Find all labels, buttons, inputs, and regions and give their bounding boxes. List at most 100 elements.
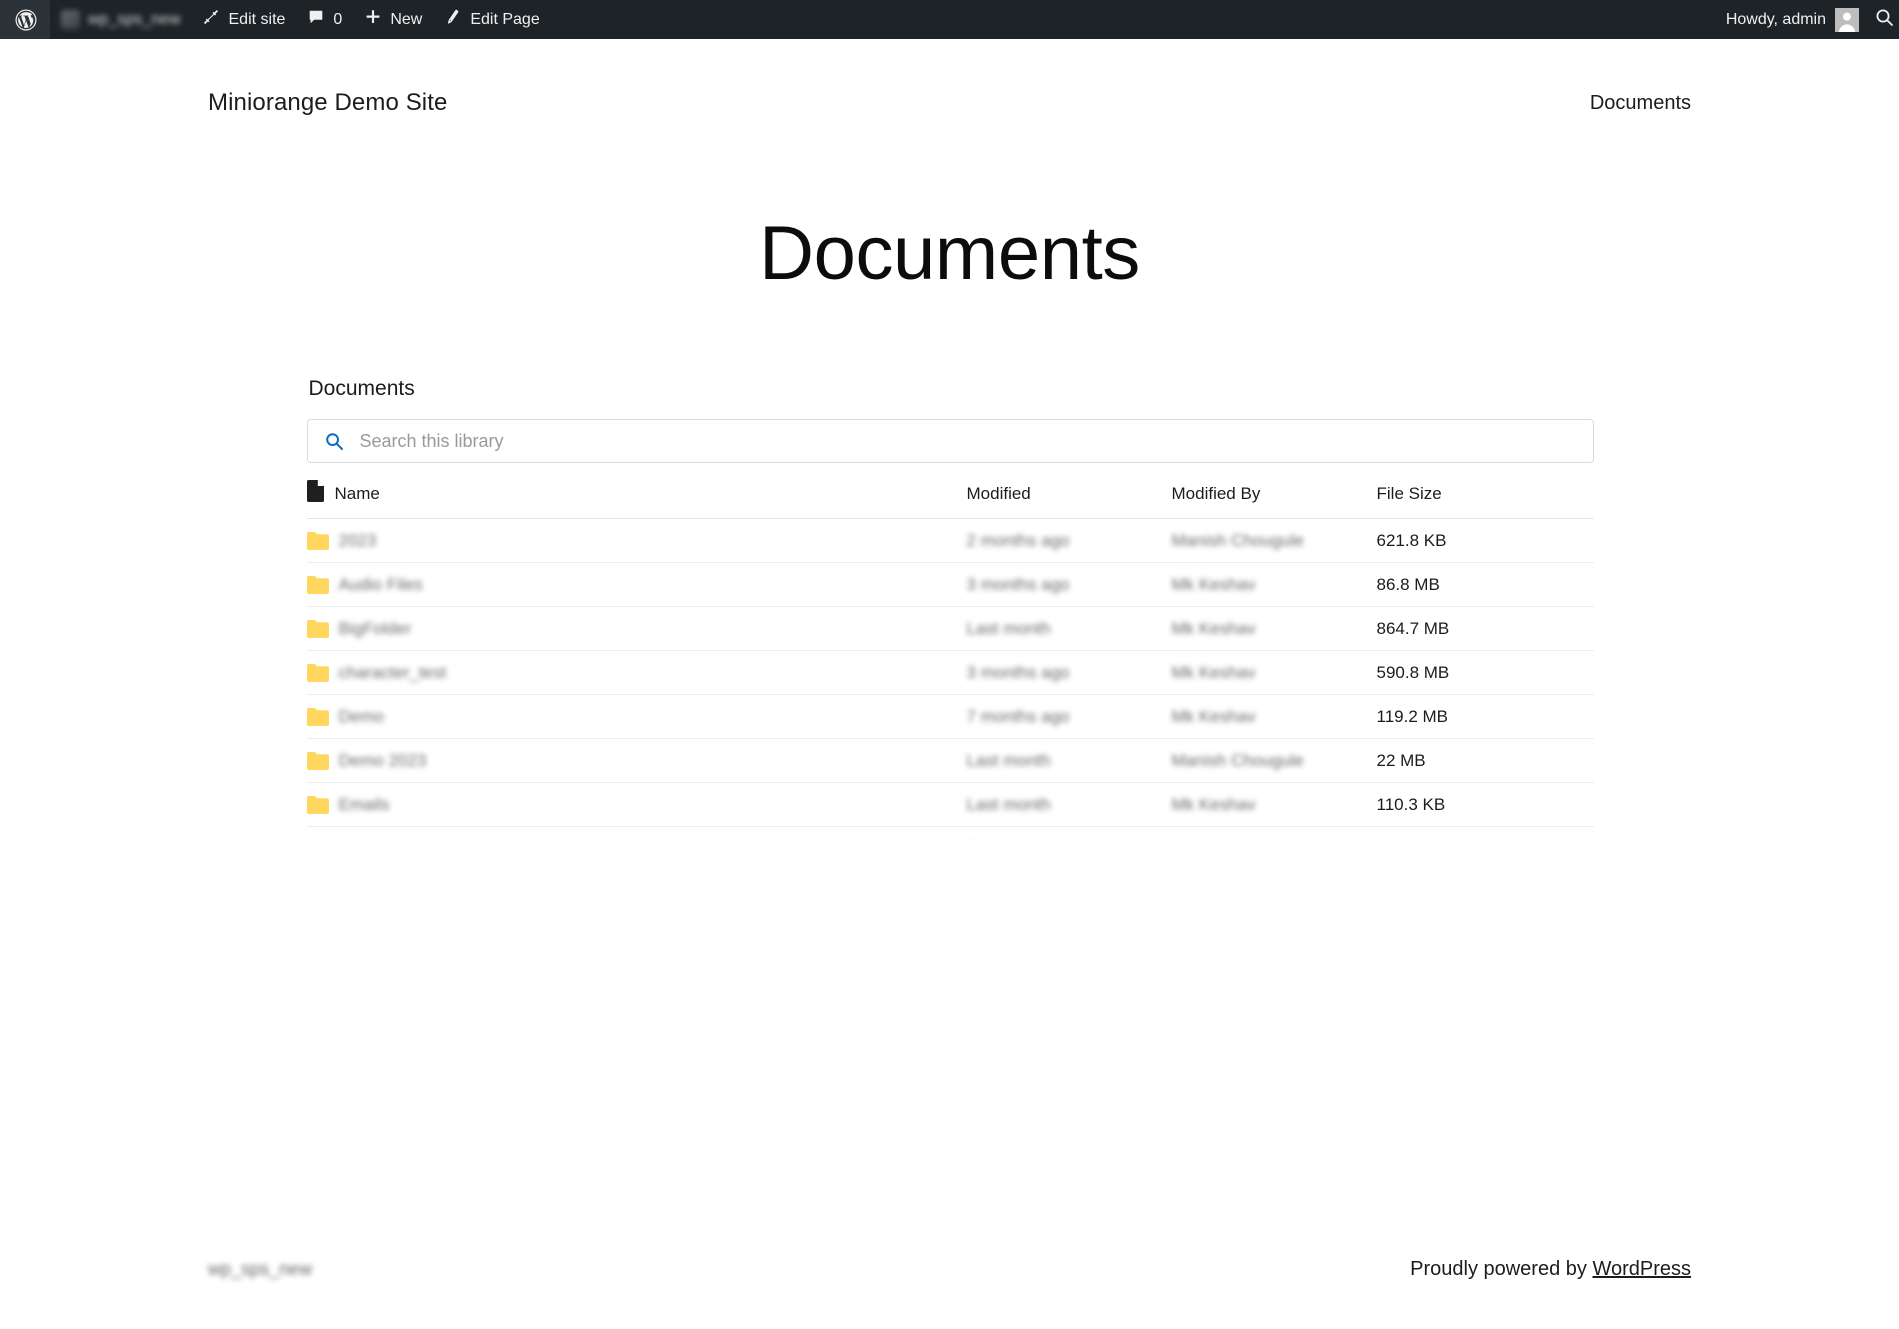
footer-credit: Proudly powered by WordPress: [1410, 1258, 1691, 1281]
wordpress-logo-button[interactable]: [0, 0, 50, 39]
admin-bar-edit-page-label: Edit Page: [470, 10, 540, 28]
pencil-icon: [444, 8, 462, 31]
table-row[interactable]: Demo 7 months ago Mk Keshav 119.2 MB: [306, 695, 1594, 739]
column-header-modified[interactable]: Modified: [967, 484, 1172, 504]
cell-modified-by: Mk Keshav: [1171, 574, 1256, 594]
site-title[interactable]: Miniorange Demo Site: [208, 89, 447, 117]
wordpress-link[interactable]: WordPress: [1592, 1258, 1691, 1280]
table-row[interactable]: Demo 2023 Last month Manish Chougule 22 MB: [306, 739, 1594, 783]
comment-bubble-icon: [307, 8, 325, 31]
cell-modified: 2 weeks ago: [967, 839, 1172, 840]
cell-name[interactable]: character_test: [306, 662, 967, 683]
cell-name[interactable]: Demo 2023: [306, 750, 967, 771]
cell-modified-by: Mk Keshav: [1172, 839, 1377, 840]
wordpress-logo-icon: [14, 8, 38, 32]
cell-name-label: 2023: [338, 530, 377, 550]
cell-modified: Last month: [966, 794, 1051, 814]
admin-bar-edit-site[interactable]: Edit site: [192, 0, 297, 39]
cell-modified: 3 months ago: [966, 662, 1070, 682]
library-search-bar[interactable]: [306, 419, 1594, 463]
cell-name[interactable]: Audio Files: [306, 574, 967, 595]
admin-bar-edit-site-label: Edit site: [228, 10, 286, 28]
admin-bar-right-group: Howdy, admin: [1712, 0, 1899, 39]
cell-modified-by: Manish Chougule: [1171, 530, 1304, 550]
cell-name-label: Audio Files: [338, 574, 423, 594]
cell-modified: Last month: [966, 750, 1051, 770]
user-avatar-icon: [1835, 7, 1859, 32]
admin-bar-new-label: New: [390, 10, 423, 28]
admin-bar-site-name-label: wp_sps_new: [88, 10, 181, 28]
cell-modified-by: Manish Chougule: [1171, 750, 1304, 770]
admin-bar-search-button[interactable]: [1869, 0, 1899, 39]
footer-credit-prefix: Proudly powered by: [1410, 1257, 1593, 1280]
cell-modified: 3 months ago: [966, 574, 1070, 594]
cell-name[interactable]: Demo: [306, 706, 967, 727]
admin-bar-howdy-label: Howdy, admin: [1725, 10, 1826, 28]
cell-modified: 2 months ago: [966, 530, 1070, 550]
cell-modified-by: Mk Keshav: [1171, 662, 1256, 682]
cell-modified: Last month: [966, 618, 1051, 638]
cell-name-label: Demo 2023: [338, 750, 427, 770]
cell-name-label: character_test: [338, 662, 447, 682]
cell-file-size: 22 MB: [1376, 750, 1426, 770]
cell-modified: 7 months ago: [966, 706, 1070, 726]
admin-bar-edit-page[interactable]: Edit Page: [433, 0, 550, 39]
table-row[interactable]: 2023 2 months ago Manish Chougule 621.8 KB: [306, 519, 1594, 563]
cell-name[interactable]: order: [307, 839, 967, 840]
document-library: Documents Name Modified Modified By: [306, 377, 1594, 839]
table-row[interactable]: BigFolder Last month Mk Keshav 864.7 MB: [306, 607, 1594, 651]
cell-file-size: 110.3 KB: [1376, 794, 1446, 814]
folder-icon: [306, 531, 329, 550]
cell-file-size: 590.8 MB: [1376, 662, 1450, 682]
cell-file-size: 864.7 MB: [1376, 618, 1450, 638]
library-heading: Documents: [308, 377, 415, 400]
column-header-modified-by[interactable]: Modified By: [1172, 484, 1377, 504]
cell-modified-by: Mk Keshav: [1171, 794, 1256, 814]
nav-link-documents[interactable]: Documents: [1590, 92, 1691, 115]
cell-name[interactable]: Emails: [306, 794, 967, 815]
search-icon: [1874, 7, 1894, 32]
admin-bar-new[interactable]: New: [353, 0, 433, 39]
cell-modified-by: Mk Keshav: [1171, 706, 1256, 726]
cell-file-size: 621.8 KB: [1376, 530, 1447, 550]
page-title: Documents: [759, 211, 1140, 296]
table-row[interactable]: Emails Last month Mk Keshav 110.3 KB: [306, 783, 1594, 827]
admin-bar-site-name[interactable]: wp_sps_new: [50, 0, 192, 39]
cell-name[interactable]: BigFolder: [306, 618, 967, 639]
folder-icon: [306, 707, 329, 726]
site-footer: wp_sps_new Proudly powered by WordPress: [0, 1209, 1899, 1329]
folder-icon: [306, 619, 329, 638]
column-header-file-size[interactable]: File Size: [1377, 484, 1577, 504]
cell-name-label: Demo: [338, 706, 384, 726]
table-row[interactable]: Audio Files 3 months ago Mk Keshav 86.8 MB: [306, 563, 1594, 607]
plus-icon: [364, 8, 382, 31]
hammer-icon: [203, 8, 221, 31]
column-header-name-label: Name: [334, 483, 380, 503]
cell-file-size: 86.8 MB: [1376, 574, 1440, 594]
site-favicon-icon: [61, 10, 80, 29]
table-row[interactable]: character_test 3 months ago Mk Keshav 590.8…: [306, 651, 1594, 695]
cell-name[interactable]: 2023: [306, 530, 967, 551]
table-row[interactable]: order 2 weeks agoMk Keshav0 Bytes: [307, 827, 1594, 840]
site-header: Miniorange Demo Site Documents: [0, 39, 1899, 117]
table-header-row: Name Modified Modified By File Size: [306, 480, 1594, 519]
document-file-icon: [306, 480, 325, 507]
cell-modified-by: Mk Keshav: [1171, 618, 1256, 638]
footer-site-name: wp_sps_new: [208, 1258, 313, 1279]
documents-row-list: 2023 2 months ago Manish Chougule 621.8 KB A…: [306, 519, 1594, 840]
documents-table: Name Modified Modified By File Size 2023…: [306, 480, 1594, 840]
cell-file-size: 0 Bytes: [1377, 839, 1577, 840]
folder-icon: [306, 795, 329, 814]
folder-icon: [306, 663, 329, 682]
folder-icon: [306, 575, 329, 594]
wp-admin-bar: wp_sps_new Edit site 0 New Edit Page How…: [0, 0, 1899, 39]
folder-icon: [306, 751, 329, 770]
admin-bar-my-account[interactable]: Howdy, admin: [1712, 0, 1869, 39]
cell-file-size: 119.2 MB: [1376, 706, 1449, 726]
cell-name-label: order: [339, 839, 379, 840]
cell-name-label: BigFolder: [338, 618, 412, 638]
cell-name-label: Emails: [338, 794, 390, 814]
admin-bar-comments[interactable]: 0: [296, 0, 353, 39]
search-input[interactable]: [357, 429, 1577, 453]
column-header-name[interactable]: Name: [306, 480, 967, 507]
